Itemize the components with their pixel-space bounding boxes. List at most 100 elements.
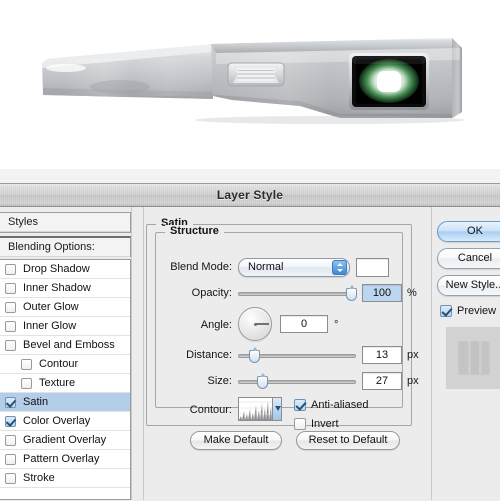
screenshot-root: Layer Style Styles Blending Options: Cus… — [0, 0, 500, 501]
styles-label[interactable]: Styles — [0, 213, 130, 232]
size-slider-knob[interactable] — [257, 373, 268, 389]
panel-divider-right — [431, 207, 432, 500]
blend-mode-row: Blend Mode: Normal — [156, 257, 404, 279]
effect-label: Inner Shadow — [23, 282, 91, 294]
dialog-title: Layer Style — [216, 188, 284, 202]
make-default-button[interactable]: Make Default — [190, 431, 282, 450]
opacity-slider-knob[interactable] — [346, 285, 357, 301]
effect-label: Inner Glow — [23, 320, 77, 332]
checkbox-contour[interactable] — [21, 359, 32, 370]
effect-row-contour[interactable]: Contour — [0, 355, 130, 374]
distance-slider-knob[interactable] — [249, 347, 260, 363]
checkbox-inner-shadow[interactable] — [5, 283, 16, 294]
cancel-button[interactable]: Cancel — [437, 248, 500, 269]
preview-label: Preview — [457, 305, 497, 317]
satin-settings-panel: Satin Structure Blend Mode: Normal Opaci… — [146, 215, 429, 495]
structure-group-legend: Structure — [165, 225, 224, 237]
ok-button[interactable]: OK — [437, 221, 500, 242]
opacity-row: Opacity: 100 % — [156, 283, 417, 305]
contour-dropdown-arrow-icon[interactable] — [272, 398, 281, 420]
panel-divider-left — [131, 207, 132, 500]
blending-options-label[interactable]: Blending Options: Custom — [0, 238, 130, 272]
angle-input[interactable]: 0 — [280, 315, 328, 333]
blend-mode-value: Normal — [248, 261, 284, 273]
checkbox-gradient-overlay[interactable] — [5, 435, 16, 446]
distance-unit: px — [407, 349, 419, 361]
checkbox-satin[interactable] — [5, 397, 16, 408]
anti-aliased-label: Anti-aliased — [311, 399, 369, 411]
angle-label: Angle: — [200, 319, 232, 331]
checkbox-anti-aliased[interactable] — [294, 399, 306, 411]
effect-row-inner-glow[interactable]: Inner Glow — [0, 317, 130, 336]
effect-row-inner-shadow[interactable]: Inner Shadow — [0, 279, 130, 298]
size-unit: px — [407, 375, 419, 387]
panel-divider-main — [143, 207, 144, 500]
effect-label: Color Overlay — [23, 415, 91, 427]
new-style-button[interactable]: New Style... — [437, 275, 500, 296]
effect-label: Drop Shadow — [23, 263, 90, 275]
distance-label: Distance: — [186, 349, 232, 361]
blending-options-box[interactable]: Blending Options: Custom — [0, 236, 131, 272]
opacity-unit: % — [407, 287, 417, 299]
blend-mode-select[interactable]: Normal — [238, 258, 350, 277]
size-input[interactable]: 27 — [362, 372, 402, 390]
checkbox-invert[interactable] — [294, 418, 306, 430]
reset-to-default-button[interactable]: Reset to Default — [296, 431, 400, 450]
effects-list[interactable]: Drop Shadow Inner Shadow Outer Glow Inne… — [0, 259, 131, 500]
angle-dial[interactable] — [238, 307, 272, 341]
effect-label: Stroke — [23, 472, 55, 484]
checkbox-color-overlay[interactable] — [5, 416, 16, 427]
contour-thumbnail[interactable] — [238, 397, 282, 421]
checkbox-inner-glow[interactable] — [5, 321, 16, 332]
effect-row-satin[interactable]: Satin — [0, 393, 130, 412]
angle-unit: ° — [334, 319, 339, 331]
metal-device-illustration — [42, 38, 465, 124]
effect-row-gradient-overlay[interactable]: Gradient Overlay — [0, 431, 130, 450]
contour-curve-icon — [239, 398, 273, 420]
effect-label: Texture — [39, 377, 76, 389]
effect-label: Bevel and Emboss — [23, 339, 115, 351]
effect-label: Outer Glow — [23, 301, 79, 313]
checkbox-bevel-and-emboss[interactable] — [5, 340, 16, 351]
effect-row-drop-shadow[interactable]: Drop Shadow — [0, 260, 130, 279]
angle-hub — [253, 322, 257, 326]
size-label: Size: — [207, 375, 232, 387]
size-slider[interactable] — [238, 373, 356, 389]
artwork-canvas — [0, 0, 500, 183]
blend-mode-label: Blend Mode: — [170, 261, 232, 273]
dialog-actions-column: OK Cancel New Style... Preview — [437, 215, 500, 495]
size-row: Size: 27 px — [156, 371, 419, 393]
preview-thumbnail-shape — [458, 341, 490, 375]
opacity-input[interactable]: 100 — [362, 284, 402, 302]
checkbox-preview[interactable] — [440, 305, 452, 317]
distance-row: Distance: 13 px — [156, 345, 419, 367]
checkbox-outer-glow[interactable] — [5, 302, 16, 313]
invert-label: Invert — [311, 418, 339, 430]
effect-label: Satin — [23, 396, 49, 408]
blend-color-swatch[interactable] — [356, 258, 389, 277]
effect-row-bevel-and-emboss[interactable]: Bevel and Emboss — [0, 336, 130, 355]
checkbox-drop-shadow[interactable] — [5, 264, 16, 275]
styles-column: Styles Blending Options: Custom Drop Sha… — [0, 212, 131, 500]
checkbox-stroke[interactable] — [5, 473, 16, 484]
opacity-slider[interactable] — [238, 285, 357, 301]
dialog-titlebar[interactable]: Layer Style — [0, 184, 500, 207]
angle-row: Angle: 0 ° — [156, 307, 404, 343]
angle-needle — [255, 323, 269, 325]
effect-label: Gradient Overlay — [23, 434, 107, 446]
effect-row-pattern-overlay[interactable]: Pattern Overlay — [0, 450, 130, 469]
distance-slider[interactable] — [238, 347, 356, 363]
layer-style-dialog: Layer Style Styles Blending Options: Cus… — [0, 183, 500, 501]
effect-label: Contour — [39, 358, 79, 370]
styles-list-header-box[interactable]: Styles — [0, 212, 131, 233]
checkbox-texture[interactable] — [21, 378, 32, 389]
checkbox-pattern-overlay[interactable] — [5, 454, 16, 465]
effect-row-texture[interactable]: Texture — [0, 374, 130, 393]
effect-row-stroke[interactable]: Stroke — [0, 469, 130, 488]
effect-row-color-overlay[interactable]: Color Overlay — [0, 412, 130, 431]
effect-row-outer-glow[interactable]: Outer Glow — [0, 298, 130, 317]
chevron-updown-icon — [332, 260, 347, 275]
device-screen — [349, 53, 429, 110]
dialog-body: Styles Blending Options: Custom Drop Sha… — [0, 207, 500, 500]
distance-input[interactable]: 13 — [362, 346, 402, 364]
